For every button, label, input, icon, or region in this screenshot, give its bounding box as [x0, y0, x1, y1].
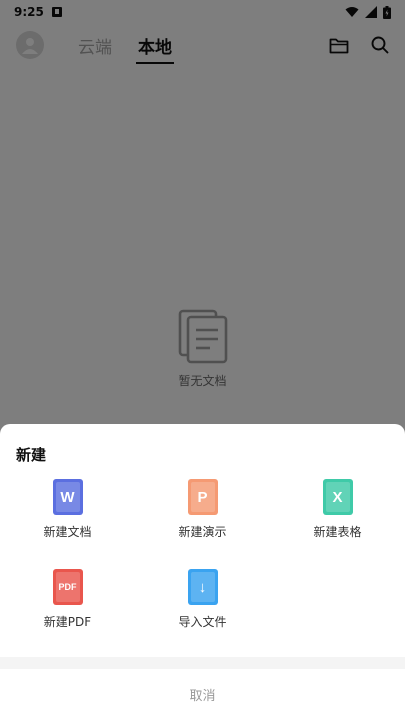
spreadsheet-doc-icon: X — [322, 479, 353, 515]
sheet-divider — [0, 657, 405, 669]
pdf-doc-icon: PDF — [52, 569, 83, 605]
import-file-button[interactable]: ↓ 导入文件 — [135, 569, 270, 643]
new-document-label: 新建文档 — [43, 525, 92, 539]
new-spreadsheet-button[interactable]: X 新建表格 — [270, 479, 405, 553]
new-pdf-button[interactable]: PDF 新建PDF — [0, 569, 135, 643]
new-presentation-label: 新建演示 — [178, 525, 227, 539]
new-spreadsheet-label: 新建表格 — [313, 525, 362, 539]
create-bottom-sheet: 新建 W 新建文档 P 新建演示 X 新建表格 PDF 新建PDF ↓ 导入文件… — [0, 424, 405, 720]
create-options-grid: W 新建文档 P 新建演示 X 新建表格 PDF 新建PDF ↓ 导入文件 — [0, 479, 405, 643]
import-arrow-icon: ↓ — [187, 569, 218, 605]
new-pdf-label: 新建PDF — [43, 615, 92, 629]
new-document-button[interactable]: W 新建文档 — [0, 479, 135, 553]
sheet-title: 新建 — [16, 446, 47, 464]
import-file-label: 导入文件 — [178, 615, 227, 629]
new-presentation-button[interactable]: P 新建演示 — [135, 479, 270, 553]
presentation-doc-icon: P — [187, 479, 218, 515]
cancel-button[interactable]: 取消 — [0, 669, 405, 720]
word-doc-icon: W — [52, 479, 83, 515]
